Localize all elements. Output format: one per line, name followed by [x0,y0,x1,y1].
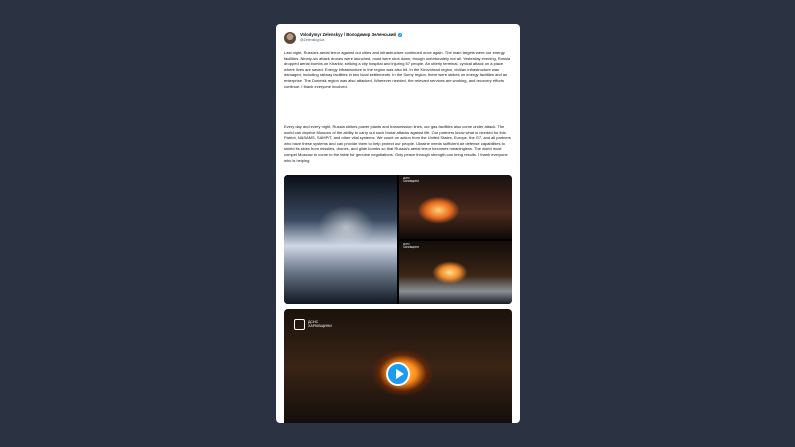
photo-grid: ДСНС ХАРКІВЩИНИ ДСНС ХАРКІВЩИНИ [284,175,512,304]
tweet-text-paragraph-1: Last night, Russia's aerial terror again… [284,50,511,89]
tweet-text-paragraph-2: Every day and every night, Russia strike… [284,124,511,163]
video-watermark: ДСНС ХАРКІВЩИНИ [308,320,332,329]
photo-3-burning-building[interactable]: ДСНС ХАРКІВЩИНИ [399,241,512,304]
photo-1-firefighters-icy-building[interactable] [284,175,397,304]
video-player[interactable]: ДСНС ХАРКІВЩИНИ [284,309,512,423]
dsns-logo-icon [294,319,305,330]
tweet-header: Volodymyr Zelenskyy / Володимир Зеленськ… [284,32,512,46]
verified-badge-icon: ✓ [398,32,403,37]
play-button[interactable] [386,362,410,386]
avatar[interactable] [284,32,296,44]
author-name[interactable]: Volodymyr Zelenskyy / Володимир Зеленськ… [300,32,403,37]
tweet-card: Volodymyr Zelenskyy / Володимир Зеленськ… [276,24,520,423]
photo-2-night-fire[interactable]: ДСНС ХАРКІВЩИНИ [399,175,512,239]
play-icon [396,369,404,379]
photo-watermark: ДСНС ХАРКІВЩИНИ [403,243,419,249]
photo-watermark: ДСНС ХАРКІВЩИНИ [403,177,419,183]
author-name-text[interactable]: Volodymyr Zelenskyy / Володимир Зеленськ… [300,32,396,37]
author-handle[interactable]: @ZelenskyyUa [300,38,324,42]
